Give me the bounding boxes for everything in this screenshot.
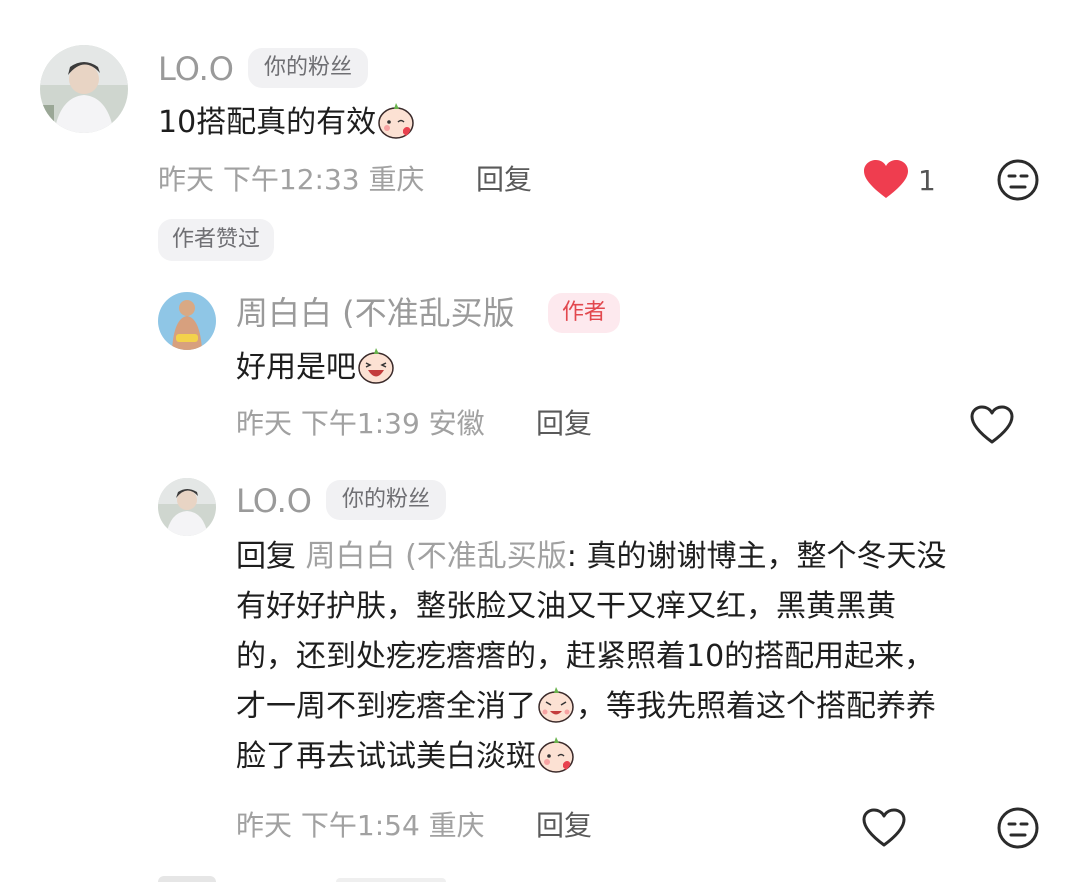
comment-meta: 昨天 下午1:39 安徽 [236, 407, 485, 440]
heart-outline-icon[interactable] [862, 808, 906, 848]
reply-to-username[interactable]: 周白白 (不准乱买版 [306, 539, 567, 574]
comment-line: : 真的谢谢博主，整个冬天没 [566, 539, 947, 574]
meh-face-icon[interactable] [996, 806, 1040, 850]
next-comment-badge-hint [336, 878, 446, 882]
author-badge: 作者 [548, 293, 621, 333]
comment-username[interactable]: LO.O [158, 48, 234, 90]
fan-badge: 你的粉丝 [248, 48, 369, 88]
comment-line: 脸了再去试试美白淡斑 [236, 739, 536, 774]
comment-text-content: 好用是吧 [236, 350, 356, 385]
blush-peach-emoji [536, 734, 576, 774]
avatar-loo[interactable] [40, 45, 128, 133]
comment-text: 10搭配真的有效 [158, 98, 416, 148]
like-count: 1 [918, 164, 936, 197]
meh-face-icon[interactable] [996, 158, 1040, 202]
avatar-author[interactable] [158, 292, 216, 350]
reply-button[interactable]: 回复 [536, 806, 592, 846]
heart-filled-icon [864, 160, 908, 198]
crying-peach-emoji [536, 684, 576, 724]
comment-text: 好用是吧 [236, 343, 396, 393]
fan-badge: 你的粉丝 [326, 480, 447, 520]
next-comment-hint [158, 876, 216, 882]
laughing-peach-emoji [356, 345, 396, 385]
author-liked-tag: 作者赞过 [158, 219, 275, 261]
comment-line: ，等我先照着这个搭配养养 [576, 689, 936, 724]
comment-username[interactable]: LO.O [236, 480, 312, 522]
reply-prefix: 回复 [236, 539, 296, 574]
comment-line: 的，还到处疙疙瘩瘩的，赶紧照着10的搭配用起来， [236, 639, 935, 674]
reply-button[interactable]: 回复 [536, 404, 592, 444]
comment-text: 回复 周白白 (不准乱买版: 真的谢谢博主，整个冬天没 有好好护肤，整张脸又油又… [236, 532, 1056, 782]
blush-peach-emoji [376, 100, 416, 140]
comment-text-content: 10搭配真的有效 [158, 105, 377, 140]
comment-line: 有好好护肤，整张脸又油又干又痒又红，黑黄黑黄 [236, 589, 896, 624]
heart-outline-icon[interactable] [970, 405, 1014, 445]
comment-meta: 昨天 下午1:54 重庆 [236, 809, 485, 842]
comment-line: 才一周不到疙瘩全消了 [236, 689, 536, 724]
comment-username[interactable]: 周白白 (不准乱买版 [236, 292, 515, 334]
comment-meta: 昨天 下午12:33 重庆 [158, 163, 425, 196]
reply-button[interactable]: 回复 [476, 160, 532, 200]
avatar-loo[interactable] [158, 478, 216, 536]
like-button[interactable]: 1 [864, 160, 944, 200]
